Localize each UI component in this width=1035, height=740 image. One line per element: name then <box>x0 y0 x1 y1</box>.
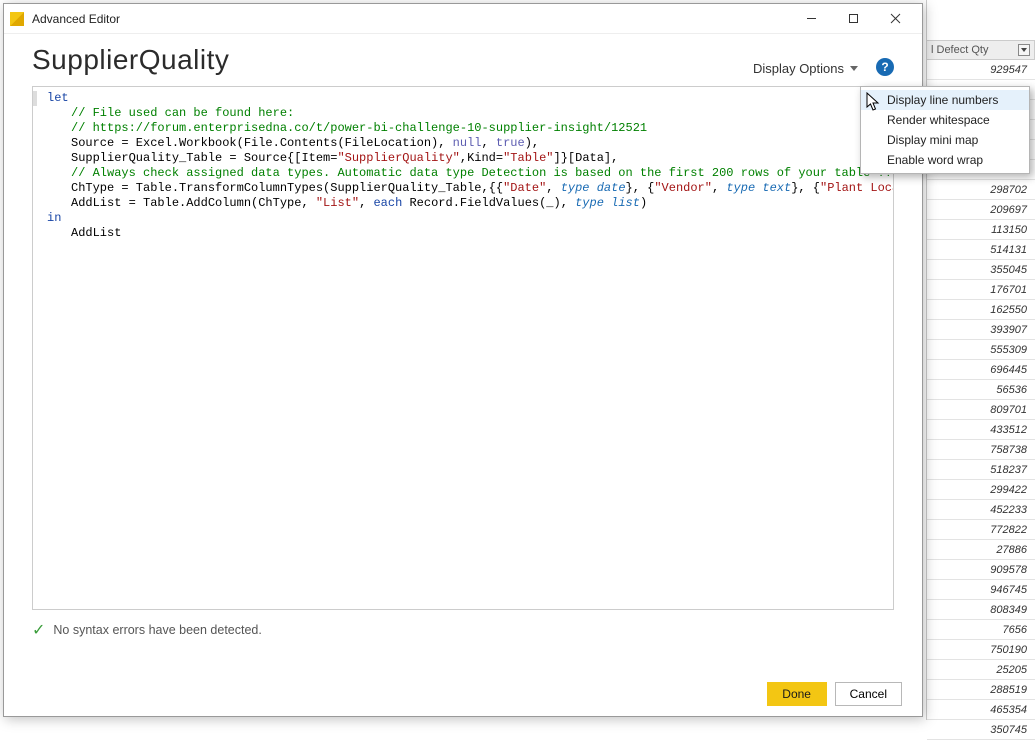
query-name: SupplierQuality <box>32 44 229 76</box>
app-icon <box>10 12 24 26</box>
data-cell[interactable]: 929547 <box>927 60 1035 80</box>
data-cell[interactable]: 465354 <box>927 700 1035 720</box>
data-cell[interactable]: 25205 <box>927 660 1035 680</box>
data-cell[interactable]: 514131 <box>927 240 1035 260</box>
data-cell[interactable]: 298702 <box>927 180 1035 200</box>
minimize-button[interactable] <box>790 4 832 34</box>
done-button[interactable]: Done <box>767 682 827 706</box>
data-cell[interactable]: 518237 <box>927 460 1035 480</box>
menu-item-line-numbers[interactable]: Display line numbers <box>861 90 1029 110</box>
cancel-button[interactable]: Cancel <box>835 682 902 706</box>
data-cell[interactable]: 452233 <box>927 500 1035 520</box>
data-cell[interactable]: 176701 <box>927 280 1035 300</box>
data-cell[interactable]: 27886 <box>927 540 1035 560</box>
data-cell[interactable]: 946745 <box>927 580 1035 600</box>
code-editor[interactable]: let // File used can be found here: // h… <box>32 86 894 610</box>
display-options-label: Display Options <box>753 61 844 76</box>
data-cell[interactable]: 288519 <box>927 680 1035 700</box>
data-cell[interactable]: 909578 <box>927 560 1035 580</box>
menu-item-wordwrap[interactable]: Enable word wrap <box>861 150 1029 170</box>
menu-item-minimap[interactable]: Display mini map <box>861 130 1029 150</box>
checkmark-icon: ✓ <box>32 620 45 640</box>
data-cell[interactable]: 808349 <box>927 600 1035 620</box>
syntax-status-text: No syntax errors have been detected. <box>53 623 261 637</box>
display-options-menu: Display line numbers Render whitespace D… <box>860 86 1030 174</box>
window-title: Advanced Editor <box>32 12 120 26</box>
data-cell[interactable]: 433512 <box>927 420 1035 440</box>
data-cell[interactable]: 355045 <box>927 260 1035 280</box>
column-header-label: l Defect Qty <box>931 44 988 56</box>
data-cell[interactable]: 56536 <box>927 380 1035 400</box>
data-cell[interactable]: 809701 <box>927 400 1035 420</box>
close-button[interactable] <box>874 4 916 34</box>
chevron-down-icon <box>850 66 858 71</box>
data-cell[interactable]: 162550 <box>927 300 1035 320</box>
data-cell[interactable]: 350745 <box>927 720 1035 740</box>
dialog-footer: Done Cancel <box>767 682 902 706</box>
data-cell[interactable]: 113150 <box>927 220 1035 240</box>
syntax-status: ✓ No syntax errors have been detected. <box>32 620 894 640</box>
data-cell[interactable]: 209697 <box>927 200 1035 220</box>
data-cell[interactable]: 696445 <box>927 360 1035 380</box>
data-cell[interactable]: 555309 <box>927 340 1035 360</box>
data-cell[interactable]: 7656 <box>927 620 1035 640</box>
data-cell[interactable]: 758738 <box>927 440 1035 460</box>
data-cell[interactable]: 750190 <box>927 640 1035 660</box>
data-cell[interactable]: 299422 <box>927 480 1035 500</box>
column-dropdown-icon[interactable] <box>1018 44 1030 56</box>
data-cell[interactable]: 772822 <box>927 520 1035 540</box>
column-header-defect-qty[interactable]: l Defect Qty <box>927 40 1035 60</box>
menu-item-whitespace[interactable]: Render whitespace <box>861 110 1029 130</box>
help-icon[interactable]: ? <box>876 58 894 76</box>
display-options-dropdown[interactable]: Display Options <box>753 61 858 76</box>
maximize-button[interactable] <box>832 4 874 34</box>
advanced-editor-dialog: Advanced Editor SupplierQuality Display … <box>3 3 923 717</box>
titlebar: Advanced Editor <box>4 4 922 34</box>
subheader: SupplierQuality Display Options ? <box>4 34 922 80</box>
data-cell[interactable]: 393907 <box>927 320 1035 340</box>
